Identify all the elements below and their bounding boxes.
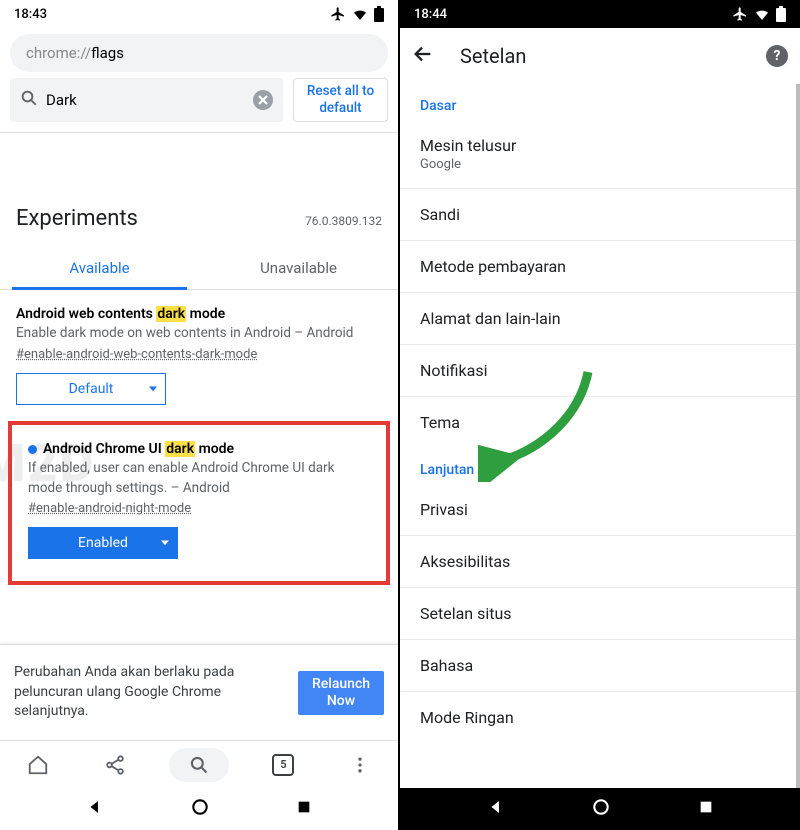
nav-recents-icon[interactable]	[296, 799, 312, 819]
search-input[interactable]	[46, 91, 245, 109]
experiments-content: M2D Experiments 76.0.3809.132 Available …	[0, 133, 398, 644]
section-basic: Dasar	[400, 84, 796, 120]
highlight: dark	[156, 306, 186, 322]
right-pane: 18:44 Setelan ? Dasar Mesin telusur Goog…	[400, 0, 800, 830]
page-title: Experiments	[16, 206, 138, 231]
search-button[interactable]	[169, 748, 229, 782]
appbar-title: Setelan	[460, 44, 746, 68]
flag-title: Android Chrome UI dark mode	[28, 439, 370, 459]
left-pane: 18:43 chrome://flags Reset all to defaul…	[0, 0, 400, 830]
clear-search-button[interactable]	[253, 90, 273, 110]
omnibox-prefix: chrome://	[26, 44, 91, 62]
nav-home-icon[interactable]	[591, 797, 611, 821]
flag-anchor[interactable]: #enable-android-night-mode	[28, 500, 191, 519]
changed-dot-icon	[28, 445, 37, 454]
airplane-icon	[732, 6, 748, 22]
tab-switcher-button[interactable]: 5	[261, 743, 305, 787]
search-row: Reset all to default	[0, 78, 398, 132]
wifi-icon	[352, 6, 368, 22]
nav-back-icon[interactable]	[86, 798, 104, 820]
highlight-box: Android Chrome UI dark mode If enabled, …	[8, 421, 390, 585]
version-label: 76.0.3809.132	[305, 214, 382, 228]
menu-button[interactable]	[338, 743, 382, 787]
experiments-header: Experiments 76.0.3809.132	[0, 194, 398, 237]
row-theme[interactable]: Tema	[400, 397, 796, 448]
tab-unavailable[interactable]: Unavailable	[199, 245, 398, 289]
flag-anchor[interactable]: #enable-android-web-contents-dark-mode	[16, 346, 257, 365]
section-advanced: Lanjutan	[400, 448, 796, 484]
help-icon[interactable]: ?	[766, 45, 788, 67]
flag-desc: If enabled, user can enable Android Chro…	[28, 459, 370, 498]
relaunch-button[interactable]: Relaunch Now	[298, 671, 384, 715]
nav-home-icon[interactable]	[190, 797, 210, 821]
row-lite-mode[interactable]: Mode Ringan	[400, 692, 796, 733]
flag-web-contents-dark: Android web contents dark mode Enable da…	[0, 290, 398, 415]
reset-all-button[interactable]: Reset all to default	[293, 78, 388, 122]
android-nav-bar	[400, 788, 800, 830]
status-bar: 18:44	[400, 0, 800, 28]
home-button[interactable]	[16, 743, 60, 787]
restart-message: Perubahan Anda akan berlaku pada peluncu…	[14, 663, 288, 722]
row-accessibility[interactable]: Aksesibilitas	[400, 536, 796, 587]
row-address[interactable]: Alamat dan lain-lain	[400, 293, 796, 344]
nav-back-icon[interactable]	[487, 798, 505, 820]
settings-appbar: Setelan ?	[400, 28, 800, 84]
caret-down-icon	[161, 533, 169, 553]
tab-count: 5	[272, 754, 294, 776]
row-site-settings[interactable]: Setelan situs	[400, 588, 796, 639]
wifi-icon	[754, 6, 770, 22]
row-password[interactable]: Sandi	[400, 189, 796, 240]
share-button[interactable]	[93, 743, 137, 787]
status-icons	[732, 6, 786, 22]
tab-available[interactable]: Available	[0, 245, 199, 289]
flag-select-enabled[interactable]: Enabled	[28, 527, 178, 559]
back-button[interactable]	[412, 43, 434, 69]
restart-bar: Perubahan Anda akan berlaku pada peluncu…	[0, 644, 398, 740]
search-icon	[20, 89, 38, 111]
flag-title: Android web contents dark mode	[16, 304, 382, 324]
settings-list[interactable]: Dasar Mesin telusur Google Sandi Metode …	[400, 84, 800, 788]
row-search-engine[interactable]: Mesin telusur Google	[400, 120, 796, 188]
highlight: dark	[165, 441, 195, 457]
tabs: Available Unavailable	[0, 245, 398, 290]
omnibox[interactable]: chrome://flags	[10, 34, 388, 72]
status-bar: 18:43	[0, 0, 398, 28]
nav-recents-icon[interactable]	[698, 799, 714, 819]
row-notif[interactable]: Notifikasi	[400, 345, 796, 396]
battery-icon	[374, 6, 384, 22]
chrome-toolbar: 5	[0, 740, 398, 788]
android-nav-bar	[0, 788, 398, 830]
status-time: 18:44	[414, 7, 732, 22]
flag-desc: Enable dark mode on web contents in Andr…	[16, 324, 382, 344]
status-time: 18:43	[14, 7, 330, 22]
airplane-icon	[330, 6, 346, 22]
status-icons	[330, 6, 384, 22]
row-privacy[interactable]: Privasi	[400, 484, 796, 535]
search-box[interactable]	[10, 78, 283, 122]
flag-chrome-ui-dark: Android Chrome UI dark mode If enabled, …	[12, 425, 386, 569]
caret-down-icon	[149, 379, 157, 399]
battery-icon	[776, 6, 786, 22]
row-payment[interactable]: Metode pembayaran	[400, 241, 796, 292]
omnibox-suffix: flags	[91, 44, 124, 62]
flag-select-default[interactable]: Default	[16, 373, 166, 405]
row-language[interactable]: Bahasa	[400, 640, 796, 691]
